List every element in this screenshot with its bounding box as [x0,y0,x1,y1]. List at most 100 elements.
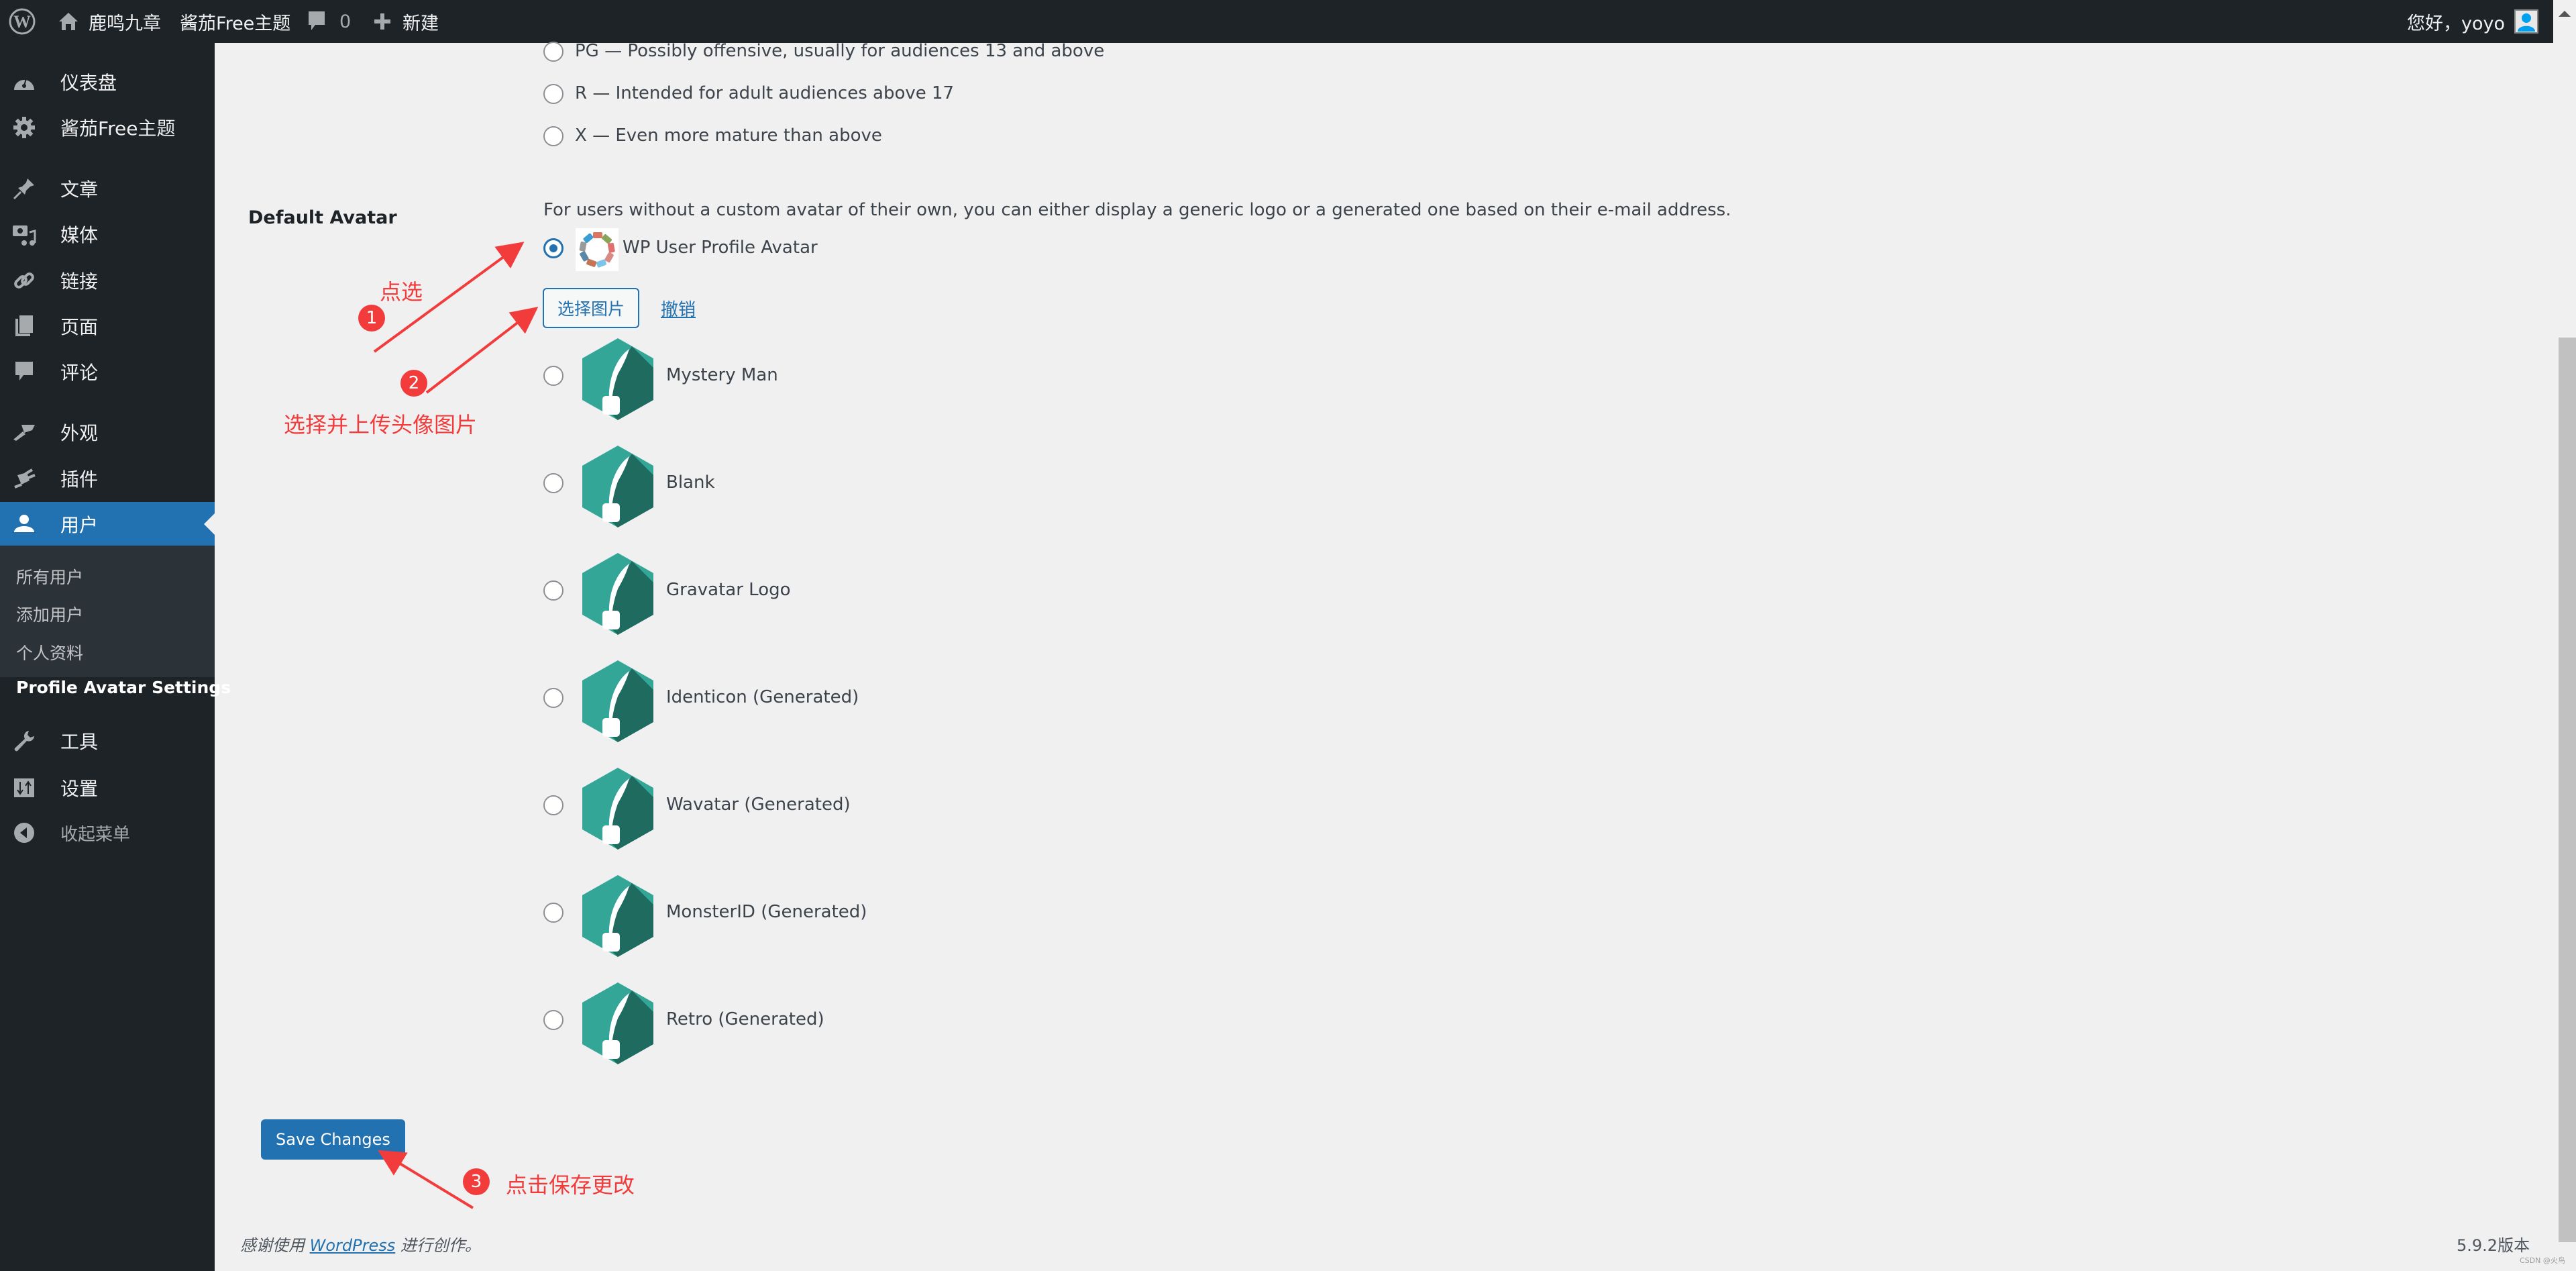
sidebar-item-label: 链接 [60,270,99,293]
arrow-2 [425,307,539,394]
user-icon [12,512,36,536]
avatar-radio-retro-generated[interactable] [543,1010,564,1030]
wordpress-logo-button[interactable]: W [8,0,36,43]
sidebar-item-label: 用户 [60,513,99,536]
wp-user-profile-avatar-image [576,228,619,271]
avatar-label-wp-user-profile: WP User Profile Avatar [623,238,818,258]
avatar-radio-identicon-generated[interactable] [543,688,564,708]
submenu-all-users[interactable]: 所有用户 [16,564,83,589]
sidebar-item-comments[interactable]: 评论 [0,349,215,395]
comment-count: 0 [339,11,352,32]
sidebar-item-media[interactable]: 媒体 [0,211,215,257]
avatar-radio-gravatar-logo[interactable] [543,580,564,601]
collapse-menu-label: 收起菜单 [60,824,131,845]
sidebar-item-posts[interactable]: 文章 [0,166,215,211]
collapse-menu-button[interactable]: 收起菜单 [0,810,215,856]
annotation-arrows [373,242,539,1209]
submenu-profile-avatar-settings[interactable]: Profile Avatar Settings [16,678,231,697]
rating-label-x: X — Even more mature than above [575,125,882,146]
sidebar-item-label: 酱茄Free主题 [60,117,176,140]
sidebar-item-label: 插件 [60,468,99,491]
gear-icon [12,115,36,140]
sidebar-item-label: 页面 [60,316,99,338]
media-icon [12,222,36,246]
quill-hexagon-avatar-icon [580,766,656,851]
user-greeting: 您好，yoyo [2407,13,2505,34]
sidebar-item-settings[interactable]: 设置 [0,765,215,811]
sidebar-item-label: 仪表盘 [60,72,117,94]
link-icon [12,268,36,293]
avatar-label-monsterid-generated: MonsterID (Generated) [666,902,867,922]
annotation-2-text: 选择并上传头像图片 [284,412,478,438]
sidebar-item-appearance[interactable]: 外观 [0,409,215,455]
rating-radio-r[interactable] [543,84,564,104]
sidebar-item-label: 媒体 [60,224,99,246]
sidebar-item-dashboard[interactable]: 仪表盘 [0,59,215,105]
settings-icon [12,776,36,800]
wrench-icon [12,729,36,753]
scrollbar-thumb[interactable] [2559,338,2576,1242]
save-changes-button[interactable]: Save Changes [261,1119,405,1160]
avatar-radio-mystery-man[interactable] [543,366,564,386]
quill-hexagon-avatar-icon [580,337,656,421]
sidebar-item-tools[interactable]: 工具 [0,718,215,764]
avatar-radio-blank[interactable] [543,473,564,493]
theme-link-label: 酱茄Free主题 [180,13,291,34]
wp-admin-page: W 鹿鸣九章 酱茄Free主题 0 新建 您好，yoyo 仪表盘 酱茄Free主… [0,0,2576,1271]
avatar-label-retro-generated: Retro (Generated) [666,1009,824,1029]
sidebar-item-theme[interactable]: 酱茄Free主题 [0,105,215,150]
home-icon [58,11,79,32]
sidebar-item-label: 文章 [60,179,99,201]
comments-link[interactable]: 0 [307,0,351,43]
wordpress-link[interactable]: WordPress [310,1236,396,1255]
rating-radio-x[interactable] [543,126,564,146]
submenu-profile[interactable]: 个人资料 [16,640,83,664]
quill-hexagon-avatar-icon [580,444,656,529]
scroll-up-arrow-icon[interactable] [2559,11,2571,17]
rating-label-pg: PG — Possibly offensive, usually for aud… [575,41,1105,61]
sidebar-item-users[interactable]: 用户 [0,502,215,546]
site-name: 鹿鸣九章 [89,13,161,34]
user-avatar [2514,9,2538,34]
pin-icon [12,176,36,201]
avatar-radio-wp-user-profile[interactable] [543,238,564,258]
theme-link[interactable]: 酱茄Free主题 [180,0,290,43]
avatar-radio-monsterid-generated[interactable] [543,903,564,923]
sidebar-item-pages[interactable]: 页面 [0,303,215,349]
footer-thanks: 感谢使用 WordPress 进行创作。 [240,1232,481,1256]
dashboard-icon [12,70,36,94]
plus-icon [373,12,392,31]
rating-label-r: R — Intended for adult audiences above 1… [575,83,955,103]
sidebar-item-plugins[interactable]: 插件 [0,456,215,501]
version-text: 5.9.2版本 [2457,1236,2530,1255]
active-indicator [204,513,215,535]
quill-hexagon-avatar-icon [580,659,656,744]
default-avatar-label: Default Avatar [248,207,397,228]
new-label: 新建 [402,13,439,34]
undo-link[interactable]: 撤销 [661,296,696,321]
collapse-arrow-icon [12,821,36,845]
submenu-add-user[interactable]: 添加用户 [16,602,83,626]
sidebar-item-label: 评论 [60,362,99,384]
site-name-link[interactable]: 鹿鸣九章 [58,0,161,43]
avatar-radio-wavatar-generated[interactable] [543,795,564,815]
pages-icon [12,314,36,338]
choose-image-button[interactable]: 选择图片 [543,288,640,328]
default-avatar-description: For users without a custom avatar of the… [543,200,1731,220]
rating-radio-pg[interactable] [543,42,564,62]
admin-sidebar: 仪表盘 酱茄Free主题 文章 媒体 链接 页面 评论 外观 插件 用户 所有用… [0,43,231,1271]
page-scrollbar[interactable] [2553,0,2576,1271]
avatar-label-blank: Blank [666,472,715,493]
footer-thanks-suffix: 进行创作。 [400,1236,481,1255]
admin-bar: W 鹿鸣九章 酱茄Free主题 0 新建 您好，yoyo [0,0,2553,43]
new-content-button[interactable]: 新建 [373,0,439,43]
annotation-3-badge: 3 [463,1168,490,1195]
arrow-3 [378,1150,474,1209]
avatar-label-wavatar-generated: Wavatar (Generated) [666,795,851,815]
user-account-menu[interactable]: 您好，yoyo [2407,0,2538,43]
sidebar-item-links[interactable]: 链接 [0,258,215,303]
annotation-1-badge: 1 [358,305,385,332]
avatar-label-identicon-generated: Identicon (Generated) [666,687,859,707]
avatar-label-gravatar-logo: Gravatar Logo [666,580,791,600]
annotation-1-text: 点选 [380,279,423,305]
